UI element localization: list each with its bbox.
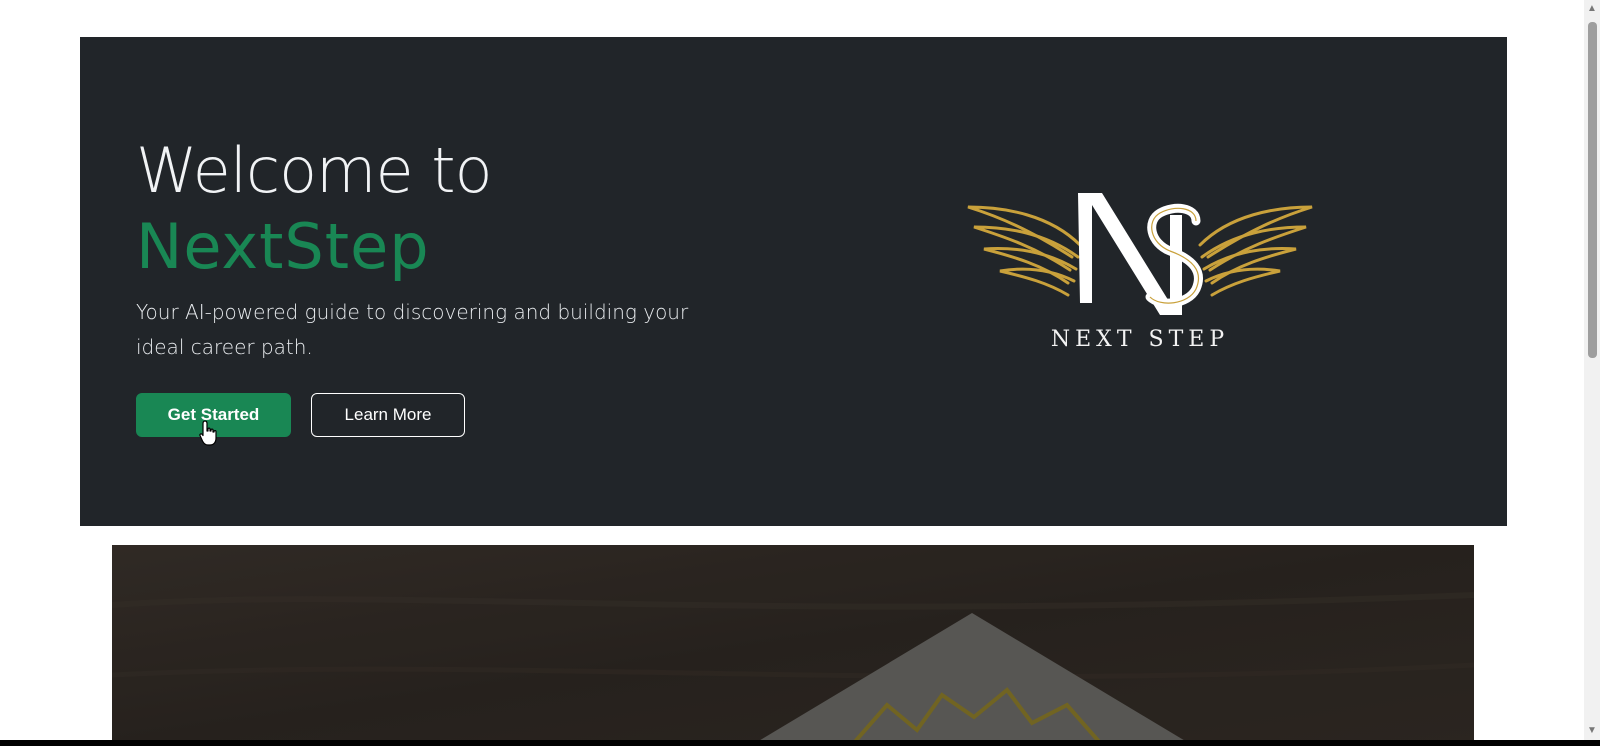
scroll-down-arrow-icon[interactable]: ▼ (1587, 726, 1597, 736)
hero-title-line: Welcome to (136, 134, 493, 207)
hero-subtitle: Your AI-powered guide to discovering and… (136, 300, 689, 359)
ns-monogram-icon (1078, 193, 1203, 315)
hero-section: Welcome to NextStep Your AI-powered guid… (80, 37, 1507, 526)
right-wing-icon (1198, 205, 1313, 297)
photo-content (112, 545, 1474, 740)
page-viewport: Welcome to NextStep Your AI-powered guid… (0, 0, 1584, 740)
learn-more-button[interactable]: Learn More (311, 393, 465, 437)
hero-title: Welcome to NextStep (136, 133, 493, 285)
bottom-edge (0, 740, 1600, 746)
hand-pointer-icon (199, 420, 217, 446)
scrollbar-thumb[interactable] (1588, 22, 1597, 358)
vertical-scrollbar[interactable]: ▲ ▼ (1584, 0, 1600, 740)
left-wing-icon (967, 205, 1082, 297)
feature-photo (112, 545, 1474, 740)
brand-name: NextStep (136, 210, 430, 283)
scroll-up-arrow-icon[interactable]: ▲ (1587, 4, 1597, 14)
logo-wordmark: NEXT STEP (1050, 327, 1230, 352)
